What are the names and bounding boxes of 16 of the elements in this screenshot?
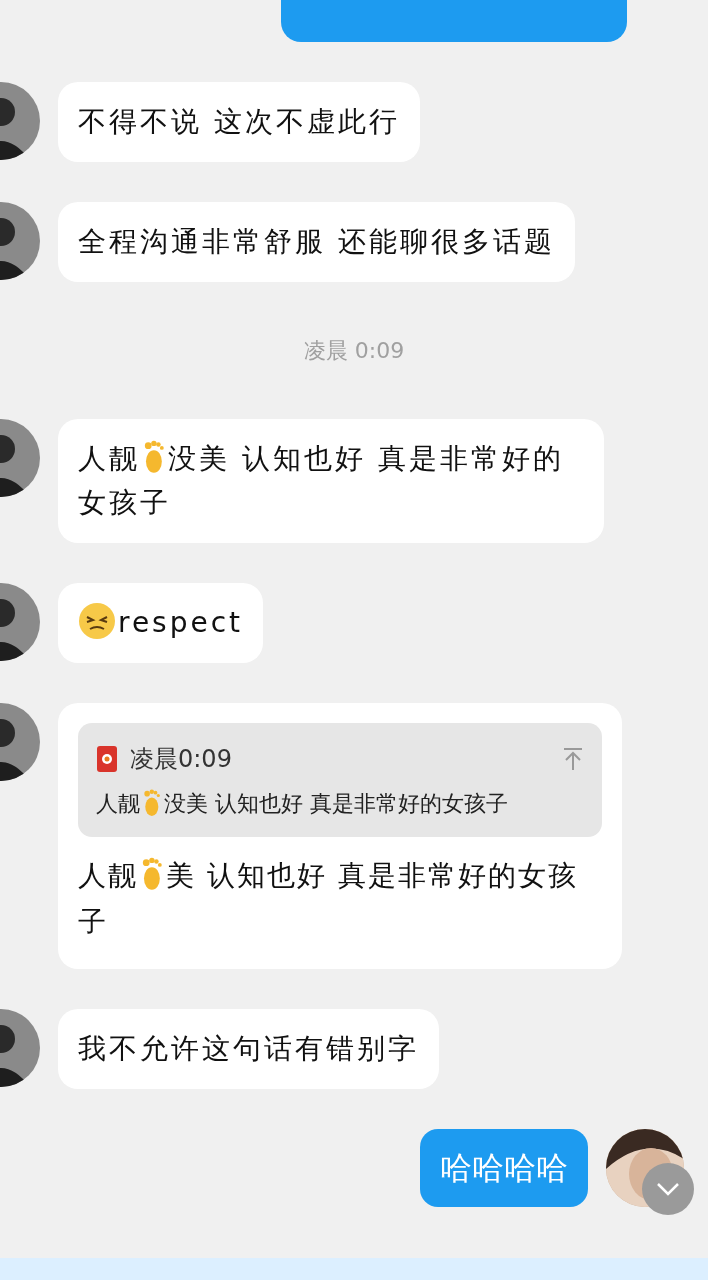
- can-icon: [96, 744, 118, 774]
- message-bubble: 全程沟通非常舒服 还能聊很多话题: [58, 202, 575, 282]
- chevron-down-icon: [656, 1182, 680, 1196]
- quote-time: 凌晨0:09: [130, 744, 233, 775]
- quoted-text: 人靓 没美 认知也好 真是非常好的女孩子: [96, 788, 509, 819]
- foot-icon: [142, 440, 166, 474]
- message-text: 人靓 美 认知也好 真是非常好的女孩子: [78, 856, 579, 940]
- message-bubble: respect: [58, 583, 264, 663]
- timestamp: 凌晨 0:09: [303, 337, 405, 365]
- message-bubble: 人靓 没美 认知也好 真是非常好的女孩子: [58, 419, 604, 543]
- foot-icon: [142, 789, 162, 817]
- message-bubble: 我不允许这句话有错别字: [58, 1009, 439, 1089]
- quoted-message[interactable]: 凌晨0:09 人靓 没美 认知也好 真是非常好的女孩子: [78, 723, 602, 837]
- message-bubble: 哈哈哈哈: [420, 1129, 588, 1207]
- message-bubble: 不得不说 这次不虚此行: [58, 82, 420, 162]
- foot-icon: [140, 857, 164, 891]
